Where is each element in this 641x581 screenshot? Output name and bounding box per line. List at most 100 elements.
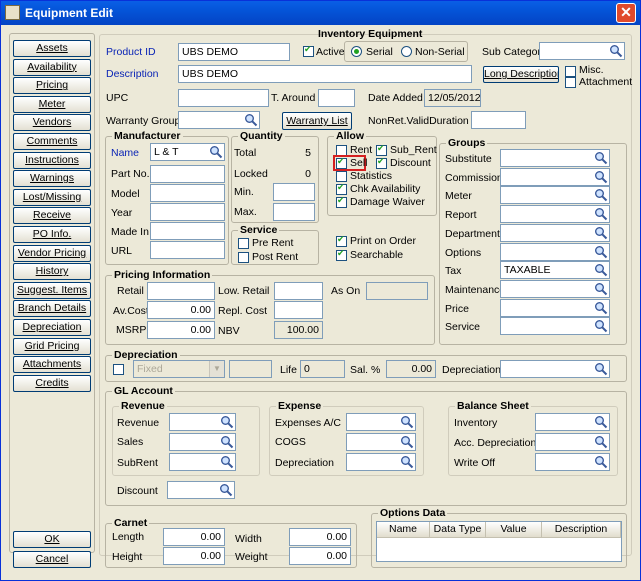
options-data-table[interactable]: Name Data Type Value Description xyxy=(376,521,622,562)
sidebar-item-history[interactable]: History xyxy=(13,263,91,281)
madein-field[interactable] xyxy=(150,222,225,240)
sidebar-item-credits[interactable]: Credits xyxy=(13,374,91,392)
active-checkbox[interactable] xyxy=(303,44,314,57)
search-icon[interactable] xyxy=(594,362,608,376)
width-field[interactable]: 0.00 xyxy=(289,528,351,546)
year-field[interactable] xyxy=(150,203,225,221)
search-icon[interactable] xyxy=(594,226,608,240)
acc-dep-field[interactable] xyxy=(535,433,610,451)
sidebar-item-comments[interactable]: Comments xyxy=(13,133,91,150)
repl-cost-field[interactable] xyxy=(274,301,323,319)
discount-checkbox[interactable] xyxy=(376,156,387,169)
writeoff-field[interactable] xyxy=(535,453,610,471)
dep-field[interactable] xyxy=(500,360,610,378)
groups-commission-field[interactable] xyxy=(500,167,610,186)
ok-button[interactable]: OK xyxy=(13,531,91,548)
sidebar-item-pricing[interactable]: Pricing xyxy=(13,77,91,95)
search-icon[interactable] xyxy=(594,170,608,184)
sidebar-item-lost-missing[interactable]: Lost/Missing xyxy=(13,188,91,206)
min-field[interactable] xyxy=(273,183,315,201)
sidebar-item-instructions[interactable]: Instructions xyxy=(13,151,91,169)
col-value[interactable]: Value xyxy=(486,522,542,538)
sell-checkbox[interactable] xyxy=(336,156,347,169)
search-icon[interactable] xyxy=(594,301,608,315)
groups-department-field[interactable] xyxy=(500,223,610,242)
chk-availability-checkbox[interactable] xyxy=(336,182,347,195)
nonserial-radio[interactable] xyxy=(401,46,412,57)
groups-report-field[interactable] xyxy=(500,205,610,224)
warranty-list-button[interactable]: Warranty List xyxy=(282,112,352,130)
msrp-field[interactable]: 0.00 xyxy=(147,321,215,339)
groups-maintenance-field[interactable] xyxy=(500,279,610,298)
search-icon[interactable] xyxy=(220,455,234,469)
upc-field[interactable] xyxy=(178,89,269,107)
close-button[interactable]: ✕ xyxy=(616,3,636,23)
search-icon[interactable] xyxy=(609,44,623,58)
inventory-field[interactable] xyxy=(535,413,610,431)
subcategory-field[interactable] xyxy=(539,42,625,60)
pre-rent-checkbox[interactable] xyxy=(238,238,249,249)
search-icon[interactable] xyxy=(400,435,414,449)
gl-subrent-field[interactable] xyxy=(169,453,236,471)
gl-discount-field[interactable] xyxy=(167,481,235,499)
sidebar-item-assets[interactable]: Assets xyxy=(13,40,91,57)
groups-price-field[interactable] xyxy=(500,298,610,317)
search-icon[interactable] xyxy=(594,245,608,259)
nonret-field[interactable] xyxy=(471,111,526,129)
expenses-ac-field[interactable] xyxy=(346,413,416,431)
sidebar-item-vendor-pricing[interactable]: Vendor Pricing xyxy=(13,244,91,262)
attachment-checkbox[interactable] xyxy=(565,77,576,88)
sidebar-item-vendors[interactable]: Vendors xyxy=(13,114,91,132)
description-field[interactable]: UBS DEMO xyxy=(178,65,472,83)
groups-tax-field[interactable]: TAXABLE xyxy=(500,261,610,280)
search-icon[interactable] xyxy=(244,113,258,127)
cancel-button[interactable]: Cancel xyxy=(13,551,91,568)
gl-revenue-field[interactable] xyxy=(169,413,236,431)
search-icon[interactable] xyxy=(594,455,608,469)
search-icon[interactable] xyxy=(400,455,414,469)
height-field[interactable]: 0.00 xyxy=(163,547,225,565)
sidebar-item-depreciation[interactable]: Depreciation xyxy=(13,319,91,336)
gl-sales-field[interactable] xyxy=(169,433,236,451)
groups-meter-field[interactable] xyxy=(500,186,610,205)
serial-radio[interactable] xyxy=(351,46,362,57)
retail-field[interactable] xyxy=(147,282,215,300)
search-icon[interactable] xyxy=(220,415,234,429)
mfr-name-field[interactable]: L & T xyxy=(150,143,225,161)
search-icon[interactable] xyxy=(594,435,608,449)
sidebar-item-po-info[interactable]: PO Info. xyxy=(13,226,91,243)
model-field[interactable] xyxy=(150,184,225,202)
search-icon[interactable] xyxy=(594,415,608,429)
low-retail-field[interactable] xyxy=(274,282,323,300)
print-on-order-checkbox[interactable] xyxy=(336,234,347,247)
long-description-button[interactable]: Long Description xyxy=(483,66,559,83)
search-icon[interactable] xyxy=(594,282,608,296)
groups-substitute-field[interactable] xyxy=(500,149,610,167)
search-icon[interactable] xyxy=(594,319,608,333)
search-icon[interactable] xyxy=(220,435,234,449)
col-description[interactable]: Description xyxy=(542,522,621,538)
length-field[interactable]: 0.00 xyxy=(163,528,225,546)
groups-service-field[interactable] xyxy=(500,317,610,336)
sub-rent-checkbox[interactable] xyxy=(376,143,387,156)
search-icon[interactable] xyxy=(400,415,414,429)
weight-field[interactable]: 0.00 xyxy=(289,547,351,565)
post-rent-checkbox[interactable] xyxy=(238,252,249,263)
sidebar-item-receive[interactable]: Receive xyxy=(13,207,91,225)
sidebar-item-attachments[interactable]: Attachments xyxy=(13,356,91,374)
warranty-group-field[interactable] xyxy=(178,111,260,129)
cogs-field[interactable] xyxy=(346,433,416,451)
product-id-field[interactable]: UBS DEMO xyxy=(178,43,290,61)
depreciation-method-select[interactable]: Fixed ▼ xyxy=(133,360,225,378)
searchable-checkbox[interactable] xyxy=(336,248,347,261)
col-data-type[interactable]: Data Type xyxy=(430,522,486,538)
damage-waiver-checkbox[interactable] xyxy=(336,195,347,208)
sidebar-item-availability[interactable]: Availability xyxy=(13,58,91,76)
sidebar-item-warnings[interactable]: Warnings xyxy=(13,170,91,188)
url-field[interactable] xyxy=(150,241,225,259)
sidebar-item-meter[interactable]: Meter xyxy=(13,95,91,113)
search-icon[interactable] xyxy=(594,207,608,221)
chevron-down-icon[interactable]: ▼ xyxy=(209,361,224,377)
depreciation-checkbox[interactable] xyxy=(113,364,124,375)
avcost-field[interactable]: 0.00 xyxy=(147,301,215,319)
